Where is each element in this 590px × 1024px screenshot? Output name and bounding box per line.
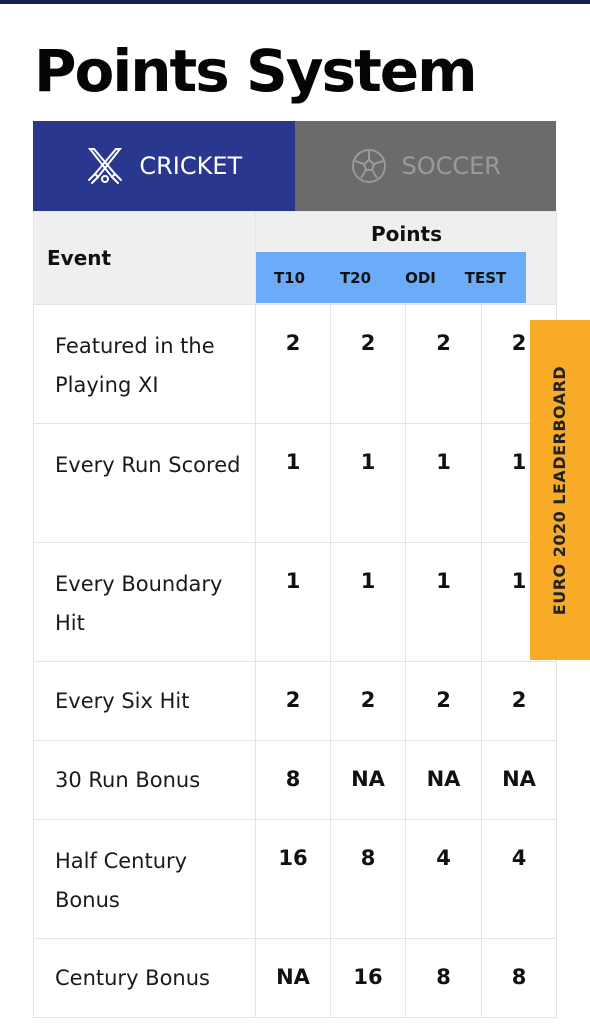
value-t10: NA	[255, 938, 331, 1018]
event-name: Every Six Hit	[33, 661, 256, 741]
value-t10: 1	[255, 542, 331, 662]
event-name: Featured in the Playing XI	[33, 304, 256, 424]
format-odi: ODI	[405, 268, 436, 287]
event-name: Half Century Bonus	[33, 819, 256, 939]
points-column-header: Points T10 T20 ODI TEST	[255, 211, 557, 305]
event-name: Century Bonus	[33, 938, 256, 1018]
table-row: 30 Run Bonus 8 NA NA NA	[33, 740, 557, 820]
table-row: Featured in the Playing XI 2 2 2 2	[33, 304, 557, 424]
value-odi: 2	[405, 304, 482, 424]
event-name: 30 Run Bonus	[33, 740, 256, 820]
format-bar: T10 T20 ODI TEST	[256, 252, 526, 303]
sport-tabs: CRICKET SOCCER	[33, 121, 556, 211]
top-bar	[0, 0, 590, 4]
value-odi: 4	[405, 819, 482, 939]
value-odi: NA	[405, 740, 482, 820]
points-label: Points	[371, 222, 442, 246]
value-t10: 2	[255, 661, 331, 741]
table-row: Century Bonus NA 16 8 8	[33, 938, 557, 1018]
soccer-ball-icon	[350, 147, 388, 185]
value-t20: NA	[330, 740, 406, 820]
value-test: NA	[481, 740, 557, 820]
table-row: Every Run Scored 1 1 1 1	[33, 423, 557, 543]
table-row: Every Boundary Hit 1 1 1 1	[33, 542, 557, 662]
value-t20: 2	[330, 661, 406, 741]
value-t10: 1	[255, 423, 331, 543]
tab-soccer[interactable]: SOCCER	[294, 121, 556, 211]
value-t20: 8	[330, 819, 406, 939]
euro-2020-leaderboard-label: EURO 2020 LEADERBOARD	[550, 365, 570, 615]
event-name: Every Run Scored	[33, 423, 256, 543]
table-row: Half Century Bonus 16 8 4 4	[33, 819, 557, 939]
value-odi: 1	[405, 423, 482, 543]
value-test: 8	[481, 938, 557, 1018]
tab-soccer-label: SOCCER	[401, 152, 501, 180]
euro-2020-leaderboard-tab[interactable]: EURO 2020 LEADERBOARD	[530, 320, 590, 660]
value-t20: 1	[330, 542, 406, 662]
event-name: Every Boundary Hit	[33, 542, 256, 662]
value-test: 2	[481, 661, 557, 741]
format-t20: T20	[339, 268, 372, 287]
value-t10: 16	[255, 819, 331, 939]
value-odi: 8	[405, 938, 482, 1018]
value-t10: 8	[255, 740, 331, 820]
value-t20: 16	[330, 938, 406, 1018]
points-table: Event Points T10 T20 ODI TEST Featured i…	[33, 211, 557, 1018]
table-row: Every Six Hit 2 2 2 2	[33, 661, 557, 741]
value-t20: 1	[330, 423, 406, 543]
cricket-bats-icon	[85, 146, 125, 186]
tab-cricket-label: CRICKET	[139, 152, 243, 180]
tab-cricket[interactable]: CRICKET	[33, 121, 295, 211]
format-test: TEST	[464, 268, 507, 287]
page-title: Points System	[34, 37, 478, 105]
value-odi: 1	[405, 542, 482, 662]
value-t10: 2	[255, 304, 331, 424]
value-test: 4	[481, 819, 557, 939]
table-header-row: Event Points T10 T20 ODI TEST	[33, 211, 557, 305]
value-t20: 2	[330, 304, 406, 424]
format-t10: T10	[273, 268, 306, 287]
value-odi: 2	[405, 661, 482, 741]
event-column-header: Event	[33, 211, 256, 305]
